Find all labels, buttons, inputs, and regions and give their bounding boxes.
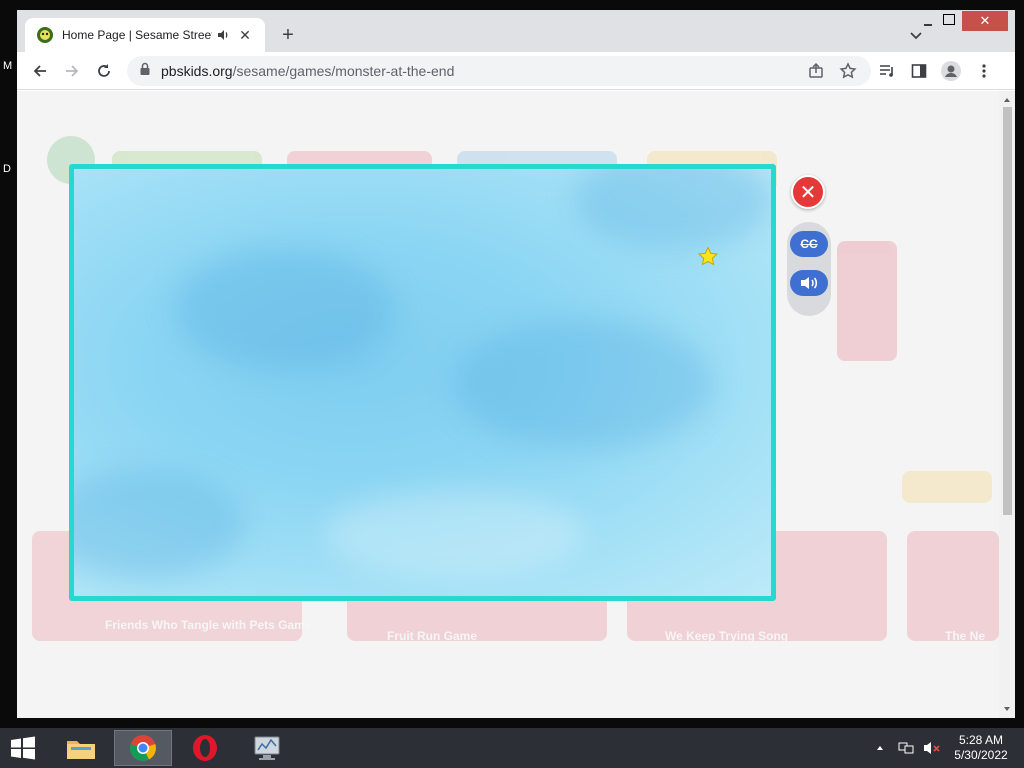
speaker-icon[interactable]: [216, 28, 230, 42]
minimize-icon[interactable]: [920, 14, 936, 26]
address-bar[interactable]: pbskids.org/sesame/games/monster-at-the-…: [127, 56, 871, 86]
card-label: The Ne: [945, 629, 986, 643]
url-text: pbskids.org/sesame/games/monster-at-the-…: [161, 63, 454, 79]
reload-icon[interactable]: [92, 59, 116, 83]
taskbar-clock[interactable]: 5:28 AM 5/30/2022: [946, 733, 1016, 763]
url-path: /sesame/games/monster-at-the-end: [232, 63, 455, 79]
forward-arrow-icon[interactable]: [60, 59, 84, 83]
game-card: [907, 531, 999, 641]
game-controls: CC: [787, 222, 831, 316]
close-game-button[interactable]: ✕: [791, 175, 825, 209]
closed-captions-button[interactable]: CC: [790, 231, 828, 257]
window-close-button[interactable]: ✕: [962, 11, 1008, 31]
cloud-shape: [454, 319, 714, 449]
star-icon[interactable]: [697, 246, 719, 268]
clock-time: 5:28 AM: [958, 733, 1004, 747]
character-art: [837, 241, 897, 361]
kebab-menu-icon[interactable]: [972, 59, 996, 83]
cloud-shape: [74, 469, 244, 579]
card-label: Friends Who Tangle with Pets Game: [105, 618, 312, 632]
clock-date: 5/30/2022: [954, 748, 1008, 762]
network-icon[interactable]: [897, 740, 915, 756]
new-tab-button[interactable]: +: [277, 25, 299, 47]
banner-block: [902, 471, 992, 503]
tab-close-button[interactable]: ✕: [236, 26, 254, 44]
profile-icon[interactable]: [939, 59, 963, 83]
maximize-icon[interactable]: [943, 14, 955, 25]
star-bookmark-icon[interactable]: [836, 59, 860, 83]
card-label: We Keep Trying Song: [665, 629, 789, 643]
page-scrollbar[interactable]: [999, 91, 1015, 718]
lock-icon[interactable]: [139, 62, 151, 81]
scroll-thumb[interactable]: [1003, 107, 1012, 515]
url-host: pbskids.org: [161, 63, 233, 79]
network-monitor-icon[interactable]: [238, 730, 296, 766]
desktop-text-fragment: D: [3, 163, 11, 175]
opera-icon[interactable]: [176, 730, 234, 766]
chevron-down-icon[interactable]: [907, 26, 925, 44]
tab-title: Home Page | Sesame Street |: [62, 28, 212, 42]
volume-muted-icon[interactable]: [923, 740, 941, 756]
sound-toggle-button[interactable]: [790, 270, 828, 296]
reading-list-icon[interactable]: [875, 59, 899, 83]
side-panel-icon[interactable]: [907, 59, 931, 83]
scroll-up-arrow-icon[interactable]: [999, 94, 1015, 106]
page-viewport: Friends Who Tangle with Pets Game Fruit …: [17, 91, 1015, 718]
scroll-down-arrow-icon[interactable]: [999, 703, 1015, 715]
windows-start-icon[interactable]: [8, 736, 38, 760]
cloud-shape: [174, 249, 394, 369]
tab-strip: Home Page | Sesame Street | ✕ + ✕: [17, 10, 1015, 52]
pbs-kids-icon: [37, 27, 53, 43]
show-hidden-icons-icon[interactable]: [875, 743, 885, 753]
browser-window: Home Page | Sesame Street | ✕ + ✕ pbskid…: [17, 10, 1015, 718]
file-explorer-icon[interactable]: [52, 730, 110, 766]
game-canvas[interactable]: [69, 164, 776, 601]
chrome-icon[interactable]: [114, 730, 172, 766]
back-arrow-icon[interactable]: [28, 59, 52, 83]
speaker-icon: [801, 277, 818, 289]
tab-home-page[interactable]: Home Page | Sesame Street | ✕: [25, 18, 265, 52]
cloud-shape: [574, 169, 771, 249]
card-label: Fruit Run Game: [387, 629, 478, 643]
share-icon[interactable]: [804, 59, 828, 83]
desktop-text-fragment: M: [3, 60, 13, 72]
browser-toolbar: pbskids.org/sesame/games/monster-at-the-…: [17, 52, 1015, 90]
cloud-shape: [324, 489, 584, 579]
taskbar: 5:28 AM 5/30/2022: [0, 728, 1024, 768]
system-tray: [875, 728, 941, 768]
